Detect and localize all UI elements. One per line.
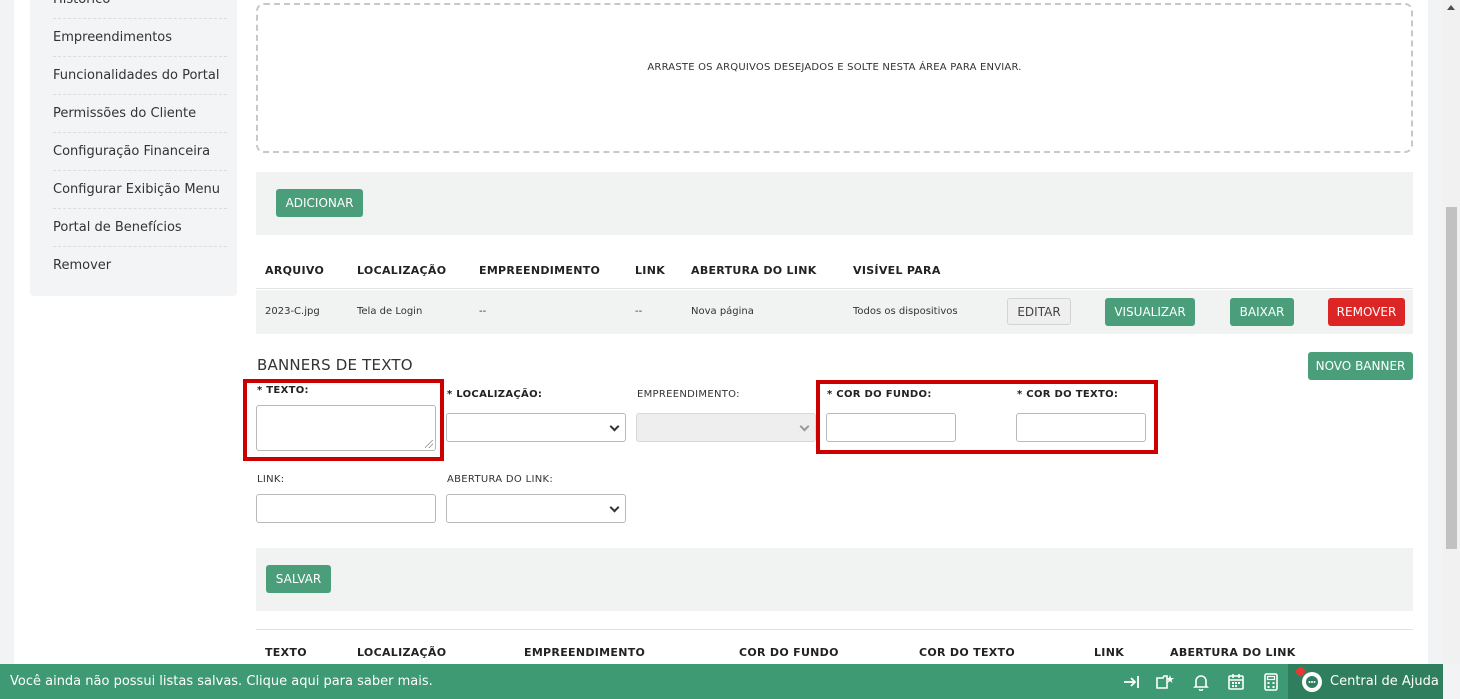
table-divider — [256, 629, 1413, 630]
col-abertura: ABERTURA DO LINK — [1170, 646, 1296, 659]
help-center-label: Central de Ajuda — [1330, 674, 1439, 689]
col-visivel: VISÍVEL PARA — [853, 264, 941, 277]
cell-abertura: Nova página — [691, 306, 754, 317]
chevron-down-icon — [799, 421, 810, 431]
cell-visivel: Todos os dispositivos — [853, 306, 958, 317]
col-arquivo: ARQUIVO — [265, 264, 325, 277]
notification-dot — [1296, 667, 1305, 676]
bell-icon[interactable] — [1192, 673, 1210, 691]
cell-arquivo: 2023-C.jpg — [265, 306, 320, 317]
dropzone-text: ARRASTE OS ARQUIVOS DESEJADOS E SOLTE NE… — [647, 62, 1022, 73]
add-panel — [256, 172, 1413, 235]
sidebar-item-beneficios[interactable]: Portal de Benefícios — [53, 209, 227, 247]
empreendimento-select[interactable] — [636, 413, 816, 442]
col-link: LINK — [635, 264, 666, 277]
col-link: LINK — [1094, 646, 1125, 659]
cell-empreendimento: -- — [479, 306, 487, 317]
cell-link: -- — [635, 306, 643, 317]
edit-button[interactable]: EDITAR — [1007, 298, 1071, 325]
localizacao-label: * LOCALIZAÇÃO: — [447, 389, 543, 400]
sidebar-item-historico[interactable]: Histórico — [53, 0, 227, 19]
abertura-label: ABERTURA DO LINK: — [447, 474, 554, 485]
saved-lists-message[interactable]: Você ainda não possui listas salvas. Cli… — [10, 674, 433, 689]
link-label: LINK: — [257, 474, 285, 485]
file-dropzone[interactable]: ARRASTE OS ARQUIVOS DESEJADOS E SOLTE NE… — [256, 3, 1413, 153]
scroll-up-icon[interactable] — [1447, 5, 1455, 10]
help-center-button[interactable]: Central de Ajuda — [1288, 664, 1443, 699]
sidebar-item-permissoes[interactable]: Permissões do Cliente — [53, 95, 227, 133]
chat-icon — [1302, 672, 1322, 692]
sidebar-item-config-menu[interactable]: Configurar Exibição Menu — [53, 171, 227, 209]
favorite-folder-icon[interactable] — [1156, 673, 1174, 691]
download-button[interactable]: BAIXAR — [1230, 298, 1294, 326]
sidebar: Histórico Empreendimentos Funcionalidade… — [30, 0, 237, 296]
chevron-down-icon — [609, 502, 620, 512]
col-cor-fundo: COR DO FUNDO — [739, 646, 839, 659]
empreendimento-label: EMPREENDIMENTO: — [637, 389, 740, 400]
localizacao-select[interactable] — [446, 413, 626, 442]
remove-button[interactable]: REMOVER — [1328, 298, 1405, 326]
section-title-banners: BANNERS DE TEXTO — [257, 356, 413, 374]
collapse-icon[interactable] — [1122, 673, 1140, 691]
add-button[interactable]: ADICIONAR — [276, 189, 363, 217]
link-input[interactable] — [256, 494, 436, 523]
col-empreendimento: EMPREENDIMENTO — [479, 264, 601, 277]
calendar-icon[interactable] — [1227, 673, 1245, 691]
table-divider — [256, 288, 1413, 289]
col-abertura: ABERTURA DO LINK — [691, 264, 817, 277]
highlight-cores — [816, 380, 1158, 454]
col-localizacao: LOCALIZAÇÃO — [357, 264, 447, 277]
scrollbar-thumb[interactable] — [1446, 207, 1457, 549]
highlight-texto — [243, 379, 444, 461]
col-texto: TEXTO — [265, 646, 307, 659]
bottom-bar: Você ainda não possui listas salvas. Cli… — [0, 664, 1443, 699]
cell-localizacao: Tela de Login — [357, 306, 423, 317]
save-panel — [256, 548, 1413, 611]
col-empreendimento: EMPREENDIMENTO — [524, 646, 646, 659]
calculator-icon[interactable] — [1262, 673, 1280, 691]
view-button[interactable]: VISUALIZAR — [1105, 298, 1195, 326]
new-banner-button[interactable]: NOVO BANNER — [1308, 352, 1413, 380]
col-cor-texto: COR DO TEXTO — [919, 646, 1015, 659]
sidebar-item-remover[interactable]: Remover — [53, 247, 227, 285]
sidebar-item-config-financeira[interactable]: Configuração Financeira — [53, 133, 227, 171]
sidebar-item-empreendimentos[interactable]: Empreendimentos — [53, 19, 227, 57]
chevron-down-icon — [609, 421, 620, 431]
col-localizacao: LOCALIZAÇÃO — [357, 646, 447, 659]
abertura-select[interactable] — [446, 494, 626, 523]
sidebar-item-funcionalidades[interactable]: Funcionalidades do Portal — [53, 57, 227, 95]
save-button[interactable]: SALVAR — [266, 565, 331, 593]
